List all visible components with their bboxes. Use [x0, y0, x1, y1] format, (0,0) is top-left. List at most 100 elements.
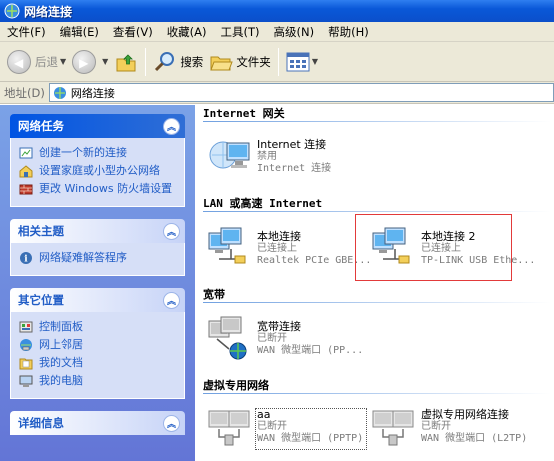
details-title: 详细信息	[18, 416, 64, 430]
connection-text: aa 已断开 WAN 微型端口 (PPTP)	[257, 409, 363, 445]
related-topics-header[interactable]: 相关主题 ︽	[10, 219, 185, 243]
vpn-connection-icon	[372, 410, 414, 446]
menu-help[interactable]: 帮助(H)	[321, 24, 376, 40]
views-button[interactable]: ▼	[283, 45, 321, 79]
folders-button[interactable]: 文件夹	[206, 45, 274, 79]
menu-advanced[interactable]: 高级(N)	[267, 24, 322, 40]
task-label: 更改 Windows 防火墙设置	[39, 182, 173, 195]
connection-status: 已连接上	[421, 243, 461, 254]
task-setup-home-network[interactable]: 设置家庭或小型办公网络	[19, 164, 178, 178]
related-topics-group: 相关主题 ︽ i 网络疑难解答程序	[10, 219, 185, 276]
other-places-title: 其它位置	[18, 293, 64, 307]
menu-favorites[interactable]: 收藏(A)	[160, 24, 214, 40]
title-bar[interactable]: 网络连接	[0, 0, 554, 22]
collapse-chevron-icon[interactable]: ︽	[163, 291, 180, 309]
search-button[interactable]: 搜索	[150, 45, 206, 79]
network-places-icon	[20, 339, 32, 351]
folders-icon	[210, 56, 234, 70]
toolbar-separator	[277, 47, 279, 76]
svg-text:i: i	[24, 255, 28, 265]
chevron-down-icon: ▼	[311, 57, 318, 66]
up-folder-button[interactable]	[111, 45, 141, 79]
section-divider	[203, 211, 551, 212]
network-tasks-header[interactable]: 网络任务 ︽	[10, 114, 185, 138]
connection-internet[interactable]: Internet 连接 禁用 Internet 连接	[207, 133, 331, 179]
connection-name: 虚拟专用网络连接	[421, 408, 509, 421]
folders-label: 文件夹	[236, 54, 271, 69]
collapse-chevron-icon[interactable]: ︽	[163, 117, 180, 135]
place-network-places[interactable]: 网上邻居	[19, 338, 178, 352]
connection-broadband[interactable]: 宽带连接 已断开 WAN 微型端口 (PP...	[207, 315, 363, 361]
connection-name: 本地连接 2	[421, 230, 476, 243]
other-places-body: 控制面板 网上邻居 我的文档 我的电脑	[10, 312, 185, 399]
connection-device: Internet 连接	[257, 163, 332, 174]
section-divider	[203, 302, 551, 303]
section-title: 宽带	[203, 288, 225, 301]
info-icon: i	[20, 252, 32, 265]
connection-name: 宽带连接	[257, 320, 301, 333]
connection-device: WAN 微型端口 (PPTP)	[257, 433, 364, 444]
menu-view[interactable]: 查看(V)	[106, 24, 160, 40]
connection-device: TP-LINK USB Ethe...	[421, 255, 536, 266]
address-bar: 地址(D) 网络连接	[0, 82, 554, 104]
menu-tools[interactable]: 工具(T)	[214, 24, 267, 40]
task-label: 网络疑难解答程序	[39, 251, 127, 264]
connection-vpn-aa[interactable]: aa 已断开 WAN 微型端口 (PPTP)	[207, 405, 363, 451]
related-topics-body: i 网络疑难解答程序	[10, 243, 185, 276]
section-divider	[203, 121, 551, 122]
connection-local-1[interactable]: 本地连接 已连接上 Realtek PCIe GBE...	[207, 225, 371, 271]
search-icon	[155, 51, 175, 71]
place-label: 我的电脑	[39, 374, 83, 387]
connection-status: 禁用	[257, 151, 277, 162]
connection-text: 虚拟专用网络连接 已断开 WAN 微型端口 (L2TP)	[421, 409, 527, 445]
menu-edit[interactable]: 编辑(E)	[53, 24, 106, 40]
connection-status: 已断开	[257, 333, 287, 344]
task-label: 设置家庭或小型办公网络	[39, 164, 160, 177]
section-title: 虚拟专用网络	[203, 379, 269, 392]
chevron-down-icon: ▼	[102, 57, 109, 66]
task-network-troubleshooter[interactable]: i 网络疑难解答程序	[19, 251, 178, 265]
my-documents-icon	[19, 358, 33, 370]
address-value: 网络连接	[70, 86, 115, 100]
home-network-icon	[19, 165, 33, 178]
task-firewall-settings[interactable]: 更改 Windows 防火墙设置	[19, 182, 178, 196]
window-title: 网络连接	[24, 4, 73, 19]
place-label: 控制面板	[39, 320, 83, 333]
lan-connection-icon	[208, 227, 246, 264]
collapse-chevron-icon[interactable]: ︽	[163, 222, 180, 240]
views-grid-icon	[286, 52, 310, 71]
menu-file[interactable]: 文件(F)	[0, 24, 53, 40]
related-topics-title: 相关主题	[18, 224, 64, 238]
place-control-panel[interactable]: 控制面板	[19, 320, 178, 334]
connection-name: aa	[257, 408, 271, 421]
task-create-connection[interactable]: 创建一个新的连接	[19, 146, 178, 160]
network-connections-icon	[53, 86, 66, 99]
other-places-group: 其它位置 ︽ 控制面板 网上邻居 我的文档 我的电脑	[10, 288, 185, 399]
section-broadband: 宽带	[203, 286, 551, 303]
network-tasks-body: 创建一个新的连接 设置家庭或小型办公网络 更改 Windows 防火墙设置	[10, 138, 185, 207]
connection-local-2[interactable]: 本地连接 2 已连接上 TP-LINK USB Ethe...	[371, 225, 535, 271]
back-button[interactable]: ◀ 后退 ▼	[4, 45, 69, 79]
connection-text: 本地连接 2 已连接上 TP-LINK USB Ethe...	[421, 231, 535, 267]
details-header[interactable]: 详细信息 ︽	[10, 411, 185, 435]
network-connections-icon	[4, 3, 20, 19]
place-my-computer[interactable]: 我的电脑	[19, 374, 178, 388]
task-pane: 网络任务 ︽ 创建一个新的连接 设置家庭或小型办公网络 更改 Windows 防…	[0, 105, 195, 461]
toolbar: ◀ 后退 ▼ ▶ ▼ 搜索 文件夹 ▼	[0, 42, 554, 82]
other-places-header[interactable]: 其它位置 ︽	[10, 288, 185, 312]
lan-connection-icon	[372, 227, 410, 264]
toolbar-separator	[145, 47, 147, 76]
address-input[interactable]: 网络连接	[48, 83, 554, 102]
place-label: 网上邻居	[39, 338, 83, 351]
connection-status: 已断开	[257, 421, 287, 432]
network-tasks-title: 网络任务	[18, 119, 64, 133]
connection-status: 已断开	[421, 421, 451, 432]
vpn-connection-icon	[208, 410, 250, 446]
connection-vpn-l2tp[interactable]: 虚拟专用网络连接 已断开 WAN 微型端口 (L2TP)	[371, 405, 527, 451]
expand-chevron-icon[interactable]: ︽	[163, 414, 180, 432]
forward-button[interactable]: ▶ ▼	[69, 45, 111, 79]
chevron-down-icon: ▼	[60, 57, 67, 66]
place-my-documents[interactable]: 我的文档	[19, 356, 178, 370]
connection-text: Internet 连接 禁用 Internet 连接	[257, 139, 331, 175]
section-title: LAN 或高速 Internet	[203, 197, 323, 210]
